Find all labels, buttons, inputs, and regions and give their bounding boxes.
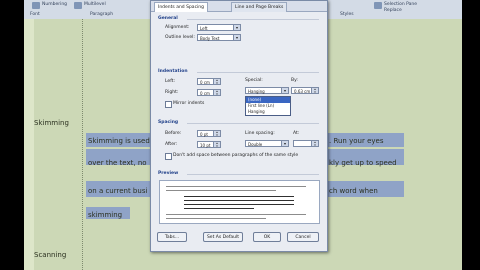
video-letterbox-left <box>0 0 24 270</box>
special-option[interactable]: Hanging <box>246 109 290 115</box>
ribbon-group-label: Styles <box>340 12 354 17</box>
mirror-indents-label: Mirror indents <box>173 101 205 106</box>
special-select[interactable]: Hanging ▾ <box>245 87 289 94</box>
dialog-tabs: Indents and Spacing Line and Page Breaks <box>151 1 327 12</box>
special-dropdown-list: (none) First line (Ln) Hanging <box>245 96 291 116</box>
video-letterbox-right <box>462 0 480 270</box>
selection-pane-icon[interactable] <box>374 2 382 9</box>
special-value: Hanging <box>248 89 265 94</box>
chevron-down-icon[interactable]: ▾ <box>233 35 240 40</box>
section-divider <box>187 174 319 175</box>
tab-line-and-page-breaks[interactable]: Line and Page Breaks <box>231 2 288 12</box>
ribbon-group-label: Font <box>30 12 40 17</box>
spacing-after-input[interactable]: 10 pt ▴ ▾ <box>197 141 221 148</box>
section-spacing: Spacing <box>158 120 179 125</box>
margin-guide <box>82 19 83 270</box>
ribbon-label[interactable]: Selection Pane <box>384 2 417 7</box>
line-spacing-value: Double <box>248 142 263 147</box>
paragraph-line[interactable]: skimming <box>88 211 122 219</box>
tabs-button[interactable]: Tabs... <box>157 232 187 242</box>
section-general: General <box>158 16 178 21</box>
preview-line <box>184 196 294 197</box>
spacing-before-value: 0 pt <box>200 132 208 137</box>
numbering-icon[interactable] <box>32 2 40 9</box>
preview-line <box>166 190 276 191</box>
dont-add-space-checkbox[interactable] <box>165 153 172 160</box>
preview-line <box>166 218 266 219</box>
at-label: At: <box>293 131 300 136</box>
preview-line <box>184 204 294 205</box>
by-input[interactable]: 0.63 cm ▴ ▾ <box>291 87 319 94</box>
paragraph-line-end[interactable]: kly get up to speed <box>329 159 397 167</box>
ok-button[interactable]: OK <box>253 232 281 242</box>
spinner-arrows-icon[interactable]: ▴ ▾ <box>311 88 318 94</box>
outline-level-value: Body Text <box>200 36 220 41</box>
chevron-down-icon[interactable]: ▾ <box>281 88 288 93</box>
multilevel-icon[interactable] <box>74 2 82 9</box>
paragraph-line[interactable]: over the text, no <box>88 159 147 167</box>
dont-add-space-label: Don't add space between paragraphs of th… <box>173 153 299 158</box>
spinner-arrows-icon[interactable]: ▴ ▾ <box>213 90 220 96</box>
paragraph-line[interactable]: Skimming is used <box>88 137 150 145</box>
section-divider <box>197 72 319 73</box>
mirror-indents-checkbox[interactable] <box>165 101 172 108</box>
spinner-arrows-icon[interactable]: ▴ ▾ <box>311 141 318 147</box>
alignment-label: Alignment: <box>165 25 190 30</box>
preview-box <box>159 180 320 224</box>
indent-left-label: Left: <box>165 79 175 84</box>
outline-level-label: Outline level: <box>165 35 195 40</box>
ribbon-group-label: Paragraph <box>90 12 114 17</box>
alignment-select[interactable]: Left ▾ <box>197 24 241 31</box>
at-input[interactable]: ▴ ▾ <box>293 140 319 147</box>
paragraph-dialog: Indents and Spacing Line and Page Breaks… <box>150 0 328 252</box>
heading-scanning[interactable]: Scanning <box>34 251 66 259</box>
tab-indents-and-spacing[interactable]: Indents and Spacing <box>154 2 208 12</box>
ribbon-label[interactable]: Multilevel <box>84 2 106 7</box>
paragraph-line-end[interactable]: ch word when <box>329 187 378 195</box>
line-spacing-label: Line spacing: <box>245 131 275 136</box>
spinner-arrows-icon[interactable]: ▴ ▾ <box>213 142 220 148</box>
paragraph-line-end[interactable]: . Run your eyes <box>329 137 383 145</box>
spinner-arrows-icon[interactable]: ▴ ▾ <box>213 79 220 85</box>
special-label: Special: <box>245 78 263 83</box>
preview-line <box>166 186 306 187</box>
chevron-down-icon[interactable]: ▾ <box>281 141 288 146</box>
outline-level-select[interactable]: Body Text ▾ <box>197 34 241 41</box>
spinner-arrows-icon[interactable]: ▴ ▾ <box>213 131 220 137</box>
section-divider <box>187 123 319 124</box>
spacing-before-label: Before: <box>165 131 182 136</box>
line-spacing-select[interactable]: Double ▾ <box>245 140 289 147</box>
section-divider <box>187 19 319 20</box>
indent-left-value: 0 cm <box>200 80 210 85</box>
indent-left-input[interactable]: 0 cm ▴ ▾ <box>197 78 221 85</box>
indent-right-value: 0 cm <box>200 91 210 96</box>
preview-line <box>184 200 294 201</box>
spacing-after-label: After: <box>165 142 178 147</box>
ribbon-label[interactable]: Numbering <box>42 2 67 7</box>
cancel-button[interactable]: Cancel <box>287 232 319 242</box>
preview-line <box>184 208 254 209</box>
paragraph-line[interactable]: on a current busi <box>88 187 147 195</box>
set-as-default-button[interactable]: Set As Default <box>203 232 243 242</box>
section-preview: Preview <box>158 171 179 176</box>
spacing-after-value: 10 pt <box>200 143 211 148</box>
section-indentation: Indentation <box>158 69 188 74</box>
ribbon-label[interactable]: Replace <box>384 8 402 13</box>
page-margin <box>24 19 34 270</box>
by-label: By: <box>291 78 298 83</box>
preview-line <box>166 214 306 215</box>
spacing-before-input[interactable]: 0 pt ▴ ▾ <box>197 130 221 137</box>
alignment-value: Left <box>200 26 208 31</box>
indent-right-label: Right: <box>165 90 179 95</box>
chevron-down-icon[interactable]: ▾ <box>233 25 240 30</box>
heading-skimming[interactable]: Skimming <box>34 119 69 127</box>
by-value: 0.63 cm <box>294 89 311 94</box>
indent-right-input[interactable]: 0 cm ▴ ▾ <box>197 89 221 96</box>
